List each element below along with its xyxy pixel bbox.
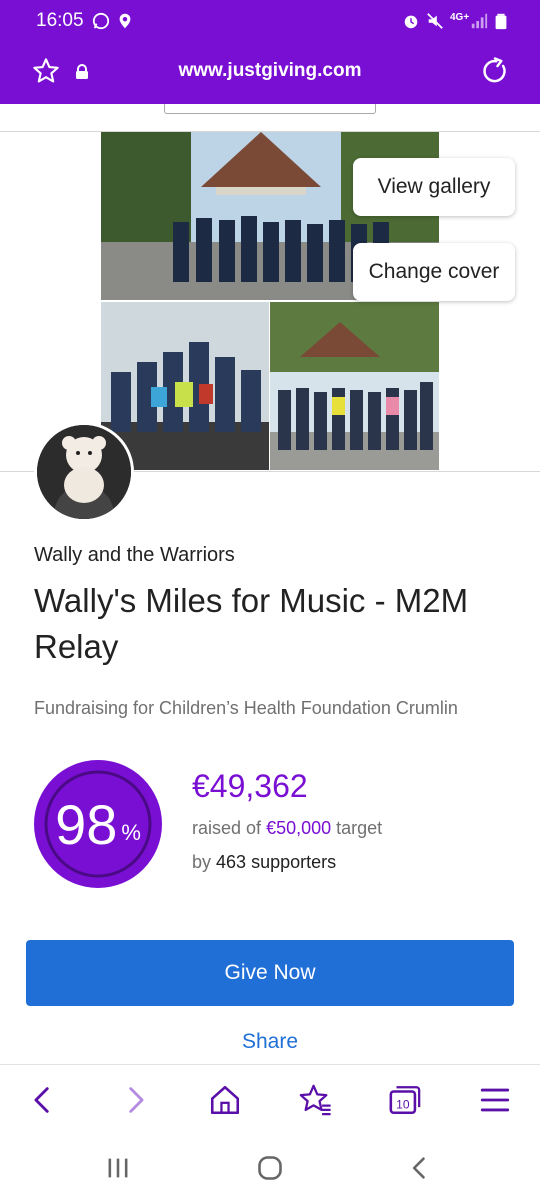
team-name[interactable]: Wally and the Warriors bbox=[34, 544, 235, 567]
menu-icon[interactable] bbox=[478, 1083, 512, 1117]
percent-value: 98 bbox=[55, 792, 118, 856]
cover-photo-bandstand-second bbox=[270, 302, 439, 470]
browser-url-bar: www.justgiving.com bbox=[0, 42, 540, 104]
back-arrow-icon[interactable] bbox=[26, 1083, 60, 1117]
location-icon bbox=[119, 13, 131, 29]
target-amount: €50,000 bbox=[266, 818, 332, 838]
network-label: 4G+ bbox=[450, 12, 470, 23]
status-bar: 16:05 4G+ bbox=[0, 0, 540, 42]
home-circle-icon[interactable] bbox=[256, 1154, 284, 1182]
teddy-bear-image bbox=[37, 425, 131, 519]
battery-icon bbox=[495, 13, 507, 30]
change-cover-button[interactable]: Change cover bbox=[353, 243, 515, 301]
system-nav-bar bbox=[0, 1134, 540, 1200]
tabs-count: 10 bbox=[396, 1098, 410, 1112]
recents-icon[interactable] bbox=[104, 1154, 132, 1182]
alarm-icon bbox=[404, 15, 418, 29]
bookmarks-icon[interactable] bbox=[298, 1083, 332, 1117]
raised-of-label: raised of bbox=[192, 818, 262, 838]
forward-arrow-icon[interactable] bbox=[118, 1083, 152, 1117]
target-line: raised of €50,000 target bbox=[192, 818, 382, 839]
signal-icon bbox=[471, 13, 488, 29]
browser-bottom-nav: 10 bbox=[0, 1064, 540, 1134]
previous-element-fragment bbox=[164, 104, 376, 114]
home-icon[interactable] bbox=[208, 1083, 242, 1117]
percent-symbol: % bbox=[121, 820, 141, 845]
tabs-icon[interactable]: 10 bbox=[388, 1083, 422, 1117]
refresh-icon[interactable] bbox=[480, 56, 510, 86]
target-label: target bbox=[336, 818, 383, 838]
share-link[interactable]: Share bbox=[0, 1030, 540, 1054]
fundraising-for[interactable]: Fundraising for Children’s Health Founda… bbox=[34, 698, 458, 719]
back-icon[interactable] bbox=[406, 1154, 434, 1182]
mute-icon bbox=[427, 13, 443, 29]
supporters-line: by 463 supporters bbox=[192, 852, 336, 873]
view-gallery-button[interactable]: View gallery bbox=[353, 158, 515, 216]
supporters-count[interactable]: 463 supporters bbox=[216, 852, 336, 872]
give-now-button[interactable]: Give Now bbox=[26, 940, 514, 1006]
url-text[interactable]: www.justgiving.com bbox=[0, 60, 540, 82]
by-label: by bbox=[192, 852, 212, 872]
whatsapp-icon bbox=[92, 12, 110, 30]
page-title: Wally's Miles for Music - M2M Relay bbox=[34, 582, 469, 665]
status-time: 16:05 bbox=[36, 10, 84, 31]
avatar[interactable] bbox=[34, 422, 134, 522]
amount-raised: €49,362 bbox=[192, 768, 308, 804]
progress-percent: 98 % bbox=[32, 758, 164, 890]
